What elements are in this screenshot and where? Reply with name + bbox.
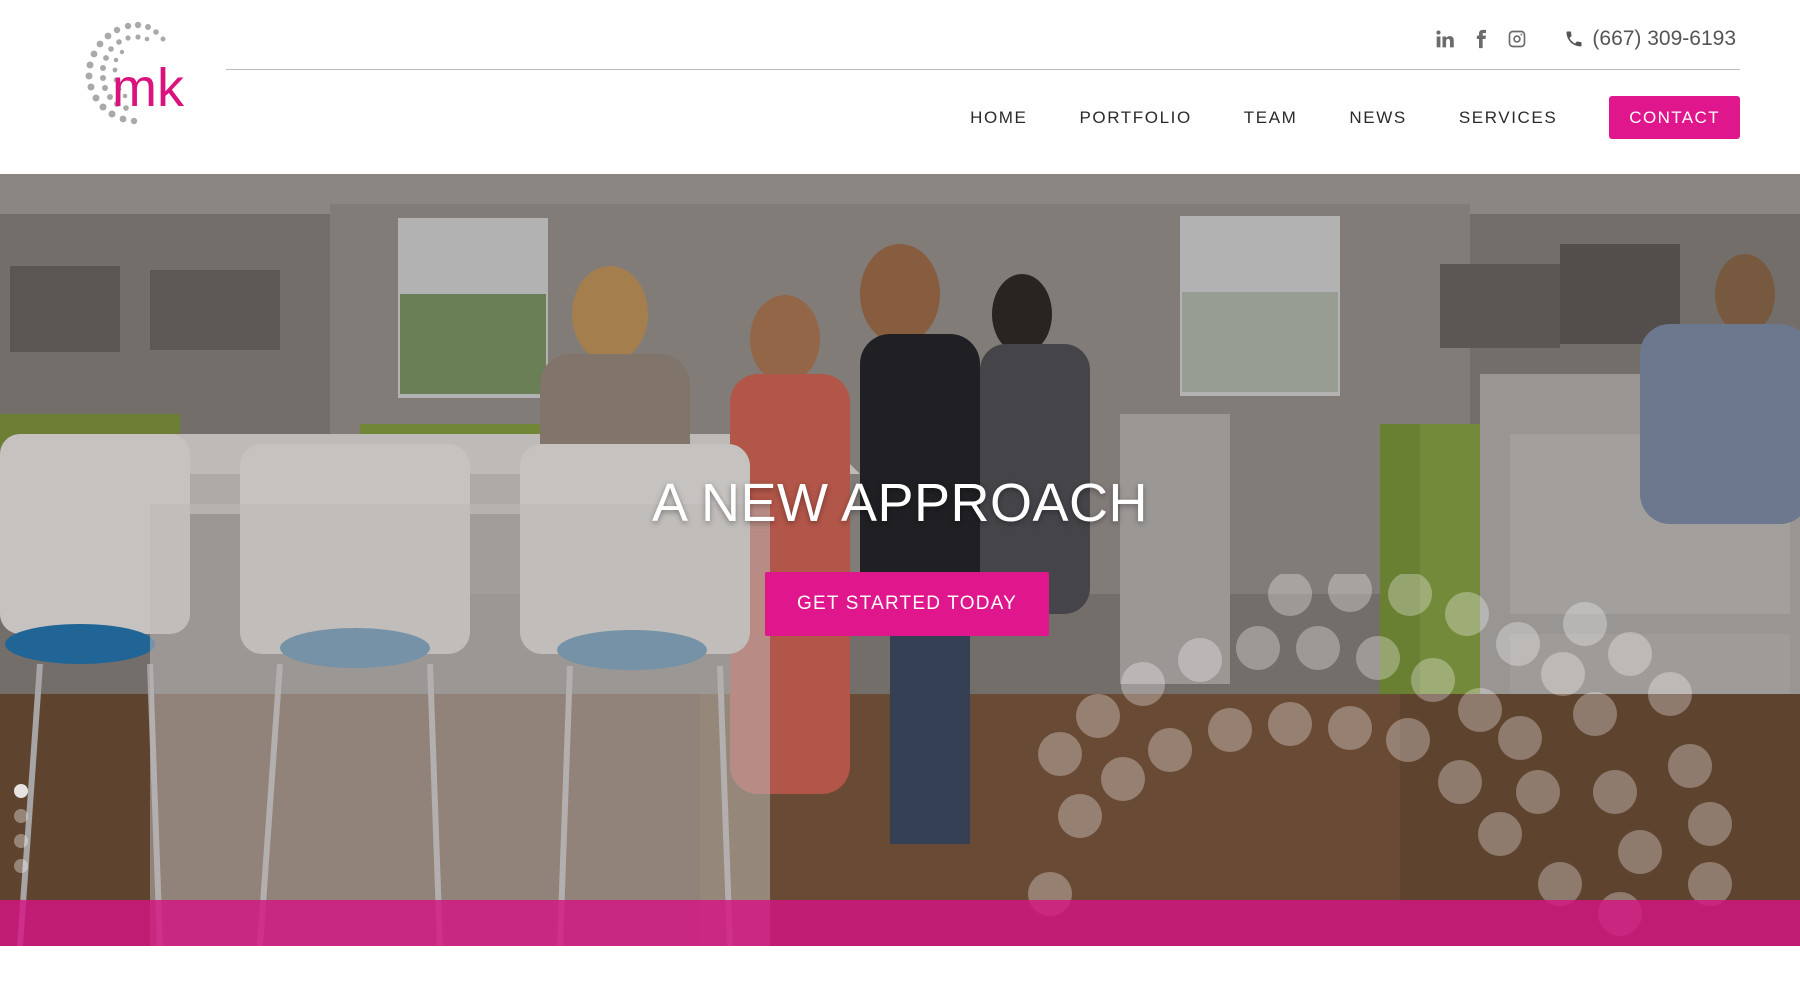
site-header: mk (667) 309-6193 HOME PORTFOLIO TEAM NE… [0, 0, 1800, 174]
facebook-icon[interactable] [1470, 28, 1492, 50]
get-started-button[interactable]: GET STARTED TODAY [765, 572, 1049, 636]
slide-dot-2[interactable] [14, 809, 28, 823]
hero-accent-band [0, 900, 1800, 946]
slide-dot-3[interactable] [14, 834, 28, 848]
social-links [1434, 28, 1528, 50]
decorative-dot-pattern [1028, 574, 1732, 936]
contact-button[interactable]: CONTACT [1609, 96, 1740, 139]
mk-logo-mark: mk [85, 21, 185, 125]
main-nav: HOME PORTFOLIO TEAM NEWS SERVICES CONTAC… [970, 96, 1740, 139]
logo-mk-text: mk [112, 58, 185, 118]
topbar: (667) 309-6193 [1434, 22, 1736, 56]
mk-logo[interactable]: mk [70, 18, 210, 133]
nav-news[interactable]: NEWS [1349, 108, 1406, 128]
slide-dot-4[interactable] [14, 859, 28, 873]
linkedin-icon[interactable] [1434, 28, 1456, 50]
nav-home[interactable]: HOME [970, 108, 1027, 128]
phone-icon [1566, 31, 1582, 47]
slider-pagination [14, 784, 28, 873]
hero-slider: A NEW APPROACH GET STARTED TODAY [0, 174, 1800, 946]
phone-number: (667) 309-6193 [1592, 27, 1736, 50]
phone-link[interactable]: (667) 309-6193 [1564, 27, 1736, 51]
instagram-icon[interactable] [1506, 28, 1528, 50]
hero-title: A NEW APPROACH [651, 473, 1149, 533]
nav-services[interactable]: SERVICES [1459, 108, 1557, 128]
header-divider [226, 69, 1740, 70]
nav-portfolio[interactable]: PORTFOLIO [1079, 108, 1191, 128]
nav-team[interactable]: TEAM [1244, 108, 1298, 128]
slide-dot-1[interactable] [14, 784, 28, 798]
